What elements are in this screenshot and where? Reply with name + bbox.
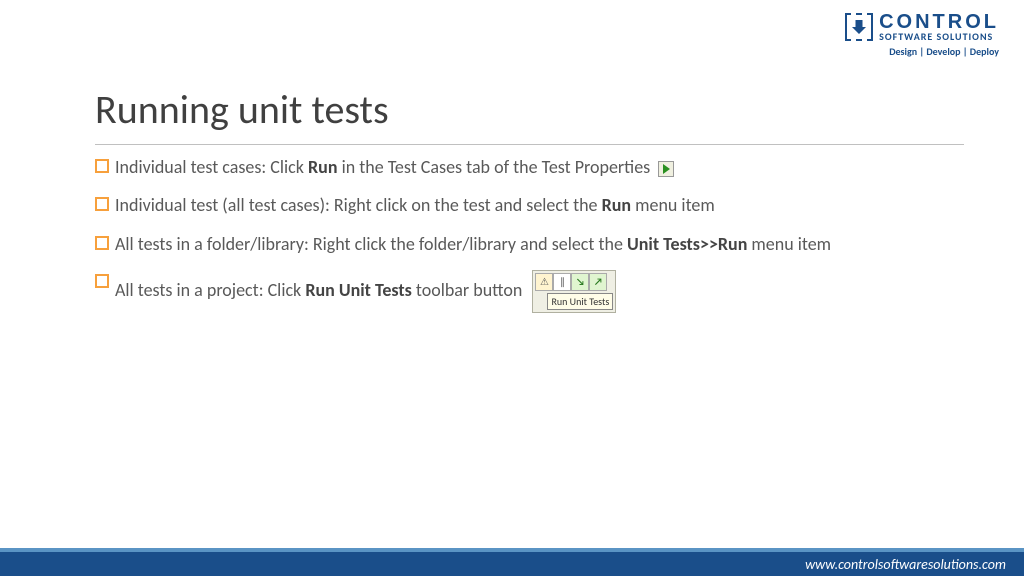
bullet-text: toolbar button xyxy=(412,279,523,301)
logo-tagline: Design | Develop | Deploy xyxy=(845,45,999,58)
bullet-text: All tests in a project: Click xyxy=(115,279,305,301)
toolbar-tooltip: Run Unit Tests xyxy=(547,293,613,311)
list-item: Individual test (all test cases): Right … xyxy=(95,193,964,217)
list-item: All tests in a folder/library: Right cli… xyxy=(95,232,964,256)
toolbar-screenshot: ⚠ ∥ ↘ ↗ Run Unit Tests xyxy=(532,270,616,314)
toolbar-arrow-icon: ↗ xyxy=(589,273,607,291)
slide-title: Running unit tests xyxy=(95,85,964,145)
toolbar-arrow-icon: ↘ xyxy=(571,273,589,291)
bullet-bold: Run xyxy=(308,156,337,178)
footer-bar: www.controlsoftwaresolutions.com xyxy=(0,548,1024,576)
bullet-text: menu item xyxy=(747,233,831,255)
list-item: Individual test cases: Click Run in the … xyxy=(95,155,964,179)
bullet-square-icon xyxy=(95,197,109,211)
bullet-text: All tests in a folder/library: Right cli… xyxy=(115,233,627,255)
bullet-text: Individual test (all test cases): Right … xyxy=(115,194,602,216)
bullet-bold: Run xyxy=(602,194,631,216)
bullet-bold: Unit Tests>>Run xyxy=(627,233,747,255)
bullet-text: menu item xyxy=(631,194,715,216)
bullet-square-icon xyxy=(95,274,109,288)
footer-url: www.controlsoftwaresolutions.com xyxy=(805,556,1006,573)
company-logo: CONTROL SOFTWARE SOLUTIONS Design | Deve… xyxy=(845,12,999,58)
logo-name: CONTROL xyxy=(879,12,999,32)
logo-icon xyxy=(845,13,873,41)
logo-subtitle: SOFTWARE SOLUTIONS xyxy=(879,32,993,42)
bullet-text: Individual test cases: Click xyxy=(115,156,308,178)
toolbar-separator-icon: ∥ xyxy=(553,273,571,291)
bullet-square-icon xyxy=(95,236,109,250)
bullet-bold: Run Unit Tests xyxy=(305,279,411,301)
run-play-icon xyxy=(658,161,674,177)
bullet-list: Individual test cases: Click Run in the … xyxy=(95,155,964,327)
toolbar-warning-icon: ⚠ xyxy=(535,273,553,291)
list-item: All tests in a project: Click Run Unit T… xyxy=(95,270,964,314)
bullet-text: in the Test Cases tab of the Test Proper… xyxy=(338,156,651,178)
bullet-square-icon xyxy=(95,159,109,173)
